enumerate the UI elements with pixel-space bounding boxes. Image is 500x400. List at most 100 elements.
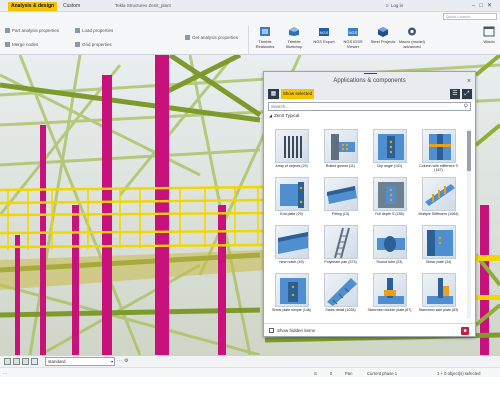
tab-analysis-design[interactable]: Analysis & design: [8, 2, 58, 11]
ribbon-button-sketchup[interactable]: Trimble Sketchup: [280, 26, 308, 49]
component-label: Multiple Stiffeners (1064): [418, 212, 459, 216]
end-plate-icon: [279, 182, 304, 208]
stop-icon[interactable]: ■: [461, 327, 469, 335]
ribbon-button-steel-projects[interactable]: Steel Projects: [369, 26, 397, 44]
window-controls[interactable]: –□✕: [472, 2, 496, 9]
status-bar: ... S 0 Pan Current phase 1 1 + 0 object…: [0, 367, 500, 377]
component-label: Polybeam pan (573): [324, 260, 357, 264]
ribbon-button-realworks[interactable]: Trimble Realworks: [251, 26, 279, 49]
chevron-down-icon: ▾: [110, 359, 113, 364]
gear-icon[interactable]: ⚙: [124, 358, 128, 364]
component-label: Column with stiffeners S (187): [419, 164, 458, 173]
panel-scrollbar[interactable]: [467, 129, 471, 319]
component-label: Shear plate simple (146): [271, 308, 312, 312]
component-item[interactable]: Array of objects (29): [268, 129, 315, 176]
ribbon-command-merge-nodes[interactable]: Merge nodes: [5, 42, 38, 48]
menu-icon[interactable]: ☰: [450, 89, 460, 99]
array-icon: [283, 136, 302, 158]
ribbon-command-grid-properties[interactable]: Grid properties: [75, 42, 112, 48]
search-field[interactable]: ⚲: [268, 102, 471, 111]
bottom-toolbar: standard ▾ ⋯ ⚙: [0, 355, 500, 367]
command-icon: [185, 35, 190, 41]
ribbon-command-load-properties[interactable]: Load properties: [75, 28, 113, 34]
snap-tool-icon[interactable]: [13, 358, 20, 365]
login-link[interactable]: ☺ Log in: [385, 3, 403, 8]
select-tool-icon[interactable]: [4, 358, 11, 365]
search-icon[interactable]: ⚲: [464, 103, 468, 110]
new-notch-icon: [277, 232, 308, 254]
grid-view-icon[interactable]: ▦: [268, 89, 279, 99]
component-label: New notch (49): [279, 260, 304, 264]
full-depth-icon: [377, 182, 404, 208]
shear-plate-icon: [426, 230, 453, 256]
component-item[interactable]: Multiple Stiffeners (1064): [415, 177, 462, 224]
component-item[interactable]: Stanchion double plate (67): [366, 273, 413, 319]
svg-text:NGS: NGS: [320, 30, 329, 35]
component-item[interactable]: End plate (29): [268, 177, 315, 224]
collapse-triangle-icon[interactable]: ◢: [269, 113, 272, 118]
category-header[interactable]: ◢ Zenit Typical: [269, 113, 470, 118]
applications-components-panel: Applications & components × ▦ Show selec…: [263, 71, 476, 337]
component-label: Array of objects (29): [275, 164, 308, 168]
panel-title: Applications & components: [333, 78, 406, 84]
viewer-icon: NGS: [348, 28, 358, 36]
component-label: Round tube (23): [376, 260, 403, 264]
ribbon-command-get-analysis[interactable]: Get analysis properties: [185, 35, 238, 41]
component-label: Stairs detail (1028): [325, 308, 356, 312]
status-snap: S: [314, 371, 317, 376]
component-label: Stanchion double plate (67): [367, 308, 412, 312]
stanchion-side-icon: [426, 278, 453, 304]
ribbon-separator: [248, 26, 249, 56]
component-item[interactable]: Round tube (23): [366, 225, 413, 272]
title-bar: Analysis & design Custom Tekla Structure…: [0, 0, 500, 12]
component-label: End plate (29): [280, 212, 303, 216]
components-grid: Array of objects (29) Bolted gusset (11)…: [268, 129, 464, 319]
ribbon: Part analysis properties Merge nodes Loa…: [0, 12, 500, 56]
ribbon-button-window[interactable]: Windo: [478, 26, 500, 44]
component-item[interactable]: Bolted gusset (11): [317, 129, 364, 176]
ribbon-command-part-analysis[interactable]: Part analysis properties: [5, 28, 59, 34]
tab-custom[interactable]: Custom: [60, 2, 83, 11]
status-message: ...: [3, 370, 8, 376]
component-item[interactable]: Polybeam pan (573): [317, 225, 364, 272]
column-stiffener-icon: [428, 134, 451, 160]
command-icon: [75, 42, 80, 48]
scrollbar-thumb[interactable]: [467, 131, 471, 171]
show-hidden-checkbox[interactable]: [269, 328, 274, 333]
pick-tool-icon[interactable]: [22, 358, 29, 365]
panel-header[interactable]: Applications & components ×: [264, 72, 475, 88]
filter-toggle-icon[interactable]: [31, 358, 38, 365]
component-item[interactable]: Stanchion side plate (83): [415, 273, 462, 319]
show-selected-button[interactable]: Show selected: [281, 89, 314, 99]
component-label: Stanchion side plate (83): [418, 308, 459, 312]
ribbon-button-ngs-viewer[interactable]: NGS NGS IDSS Viewer: [339, 26, 367, 49]
panel-footer: Show hidden items ■: [264, 323, 475, 336]
component-label: Fitting (13): [331, 212, 350, 216]
quick-launch-input[interactable]: Quick Launch: [443, 13, 497, 20]
component-item[interactable]: Full depth S (185): [366, 177, 413, 224]
component-item[interactable]: Fitting (13): [317, 177, 364, 224]
component-item[interactable]: Column with stiffeners S (187): [415, 129, 462, 176]
component-label: Full depth S (185): [375, 212, 404, 216]
command-icon: [5, 28, 10, 34]
gear-icon: [408, 27, 416, 36]
component-item[interactable]: New notch (49): [268, 225, 315, 272]
polybeam-icon: [333, 227, 350, 258]
component-item[interactable]: Stairs detail (1028): [317, 273, 364, 319]
show-hidden-label: Show hidden items: [277, 328, 316, 333]
multiple-stiffeners-icon: [424, 184, 455, 206]
ribbon-button-ngs-export[interactable]: NGS NGS Export: [310, 26, 338, 44]
shear-plate-simple-icon: [279, 278, 306, 304]
component-item[interactable]: Shear plate simple (146): [268, 273, 315, 319]
drag-handle[interactable]: [364, 73, 377, 74]
status-phase: Current phase 1: [367, 371, 398, 376]
selection-filter-select[interactable]: standard ▾: [45, 357, 115, 366]
filter-settings-icon[interactable]: ⋯: [117, 358, 122, 364]
ribbon-button-macro[interactable]: Macro (model) advanced: [398, 26, 426, 49]
search-input[interactable]: [269, 103, 449, 110]
round-tube-icon: [376, 236, 405, 252]
expand-icon[interactable]: ⤢: [462, 89, 472, 99]
component-item[interactable]: Shear plate (34): [415, 225, 462, 272]
component-item[interactable]: Clip angle (141): [366, 129, 413, 176]
status-selection: 1 + 0 object(s) selected: [437, 371, 481, 376]
